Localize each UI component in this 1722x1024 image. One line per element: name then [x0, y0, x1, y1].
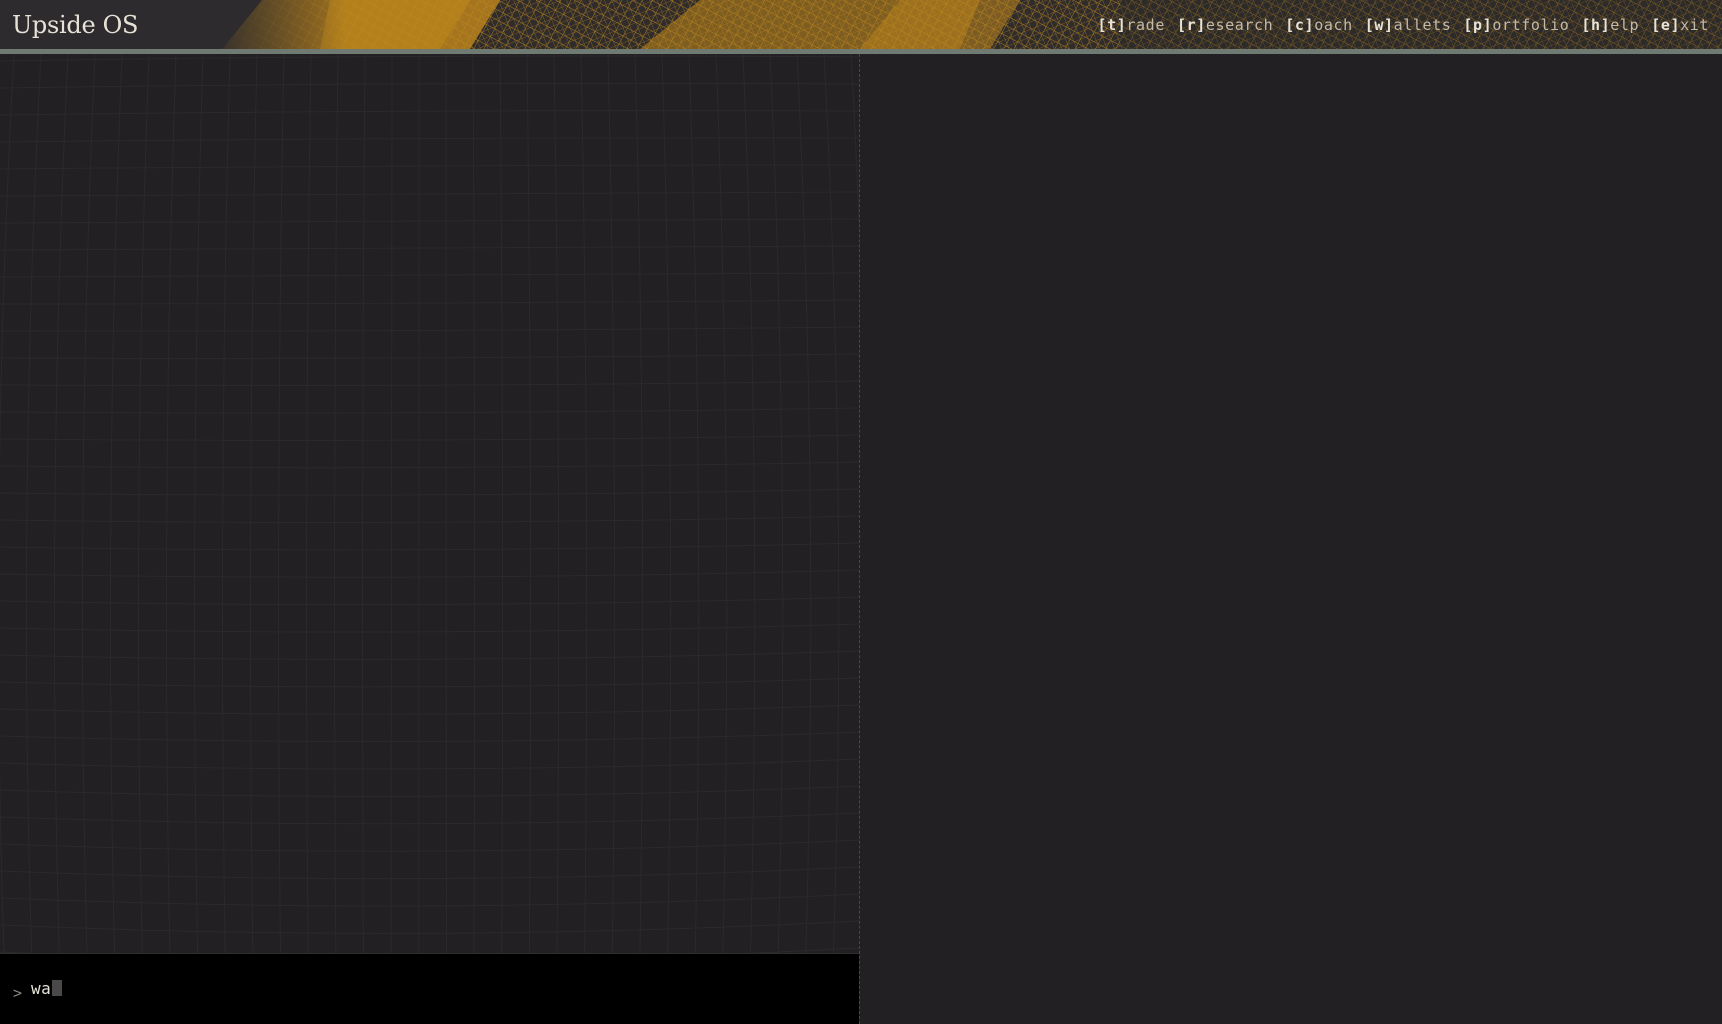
menu-item-coach-key: [c]: [1285, 16, 1315, 34]
menu-item-trade-label: rade: [1126, 16, 1165, 34]
text-cursor: [52, 980, 63, 996]
menu-item-coach[interactable]: [c] oach: [1285, 16, 1352, 34]
detail-pane: [860, 54, 1722, 1024]
background-grid: [0, 54, 859, 953]
menu-item-exit-label: xit: [1680, 16, 1709, 34]
menu-item-research[interactable]: [r] esearch: [1177, 16, 1273, 34]
menu-item-help-key: [h]: [1581, 16, 1611, 34]
menu-item-exit-key: [e]: [1651, 16, 1681, 34]
top-bar: Upside OS [t] rade [r] esearch [c] oach [w]…: [0, 0, 1722, 49]
menu-item-portfolio-label: ortfolio: [1492, 16, 1570, 34]
menu-item-wallets-key: [w]: [1364, 16, 1394, 34]
menu-item-portfolio-key: [p]: [1463, 16, 1493, 34]
menu-item-wallets-label: allets: [1393, 16, 1452, 34]
command-input-text: wa: [31, 978, 52, 998]
command-bar[interactable]: > wa: [0, 953, 859, 1024]
output-pane: [0, 54, 859, 953]
app-title: Upside OS: [12, 11, 139, 39]
main-menu: [t] rade [r] esearch [c] oach [w] allets [p]…: [1098, 12, 1709, 38]
menu-item-coach-label: oach: [1314, 16, 1353, 34]
menu-item-research-key: [r]: [1176, 16, 1206, 34]
menu-item-trade-key: [t]: [1097, 16, 1127, 34]
app-window: Upside OS [t] rade [r] esearch [c] oach [w]…: [0, 0, 1722, 1024]
menu-item-trade[interactable]: [t] rade: [1098, 16, 1165, 34]
menu-item-portfolio[interactable]: [p] ortfolio: [1463, 16, 1569, 34]
menu-item-wallets[interactable]: [w] allets: [1365, 16, 1452, 34]
menu-item-help[interactable]: [h] elp: [1581, 16, 1639, 34]
menu-item-help-label: elp: [1610, 16, 1640, 34]
command-prompt: >: [13, 984, 23, 1002]
command-input[interactable]: wa: [31, 976, 63, 1000]
menu-item-exit[interactable]: [e] xit: [1651, 16, 1709, 34]
menu-item-research-label: esearch: [1205, 16, 1274, 34]
